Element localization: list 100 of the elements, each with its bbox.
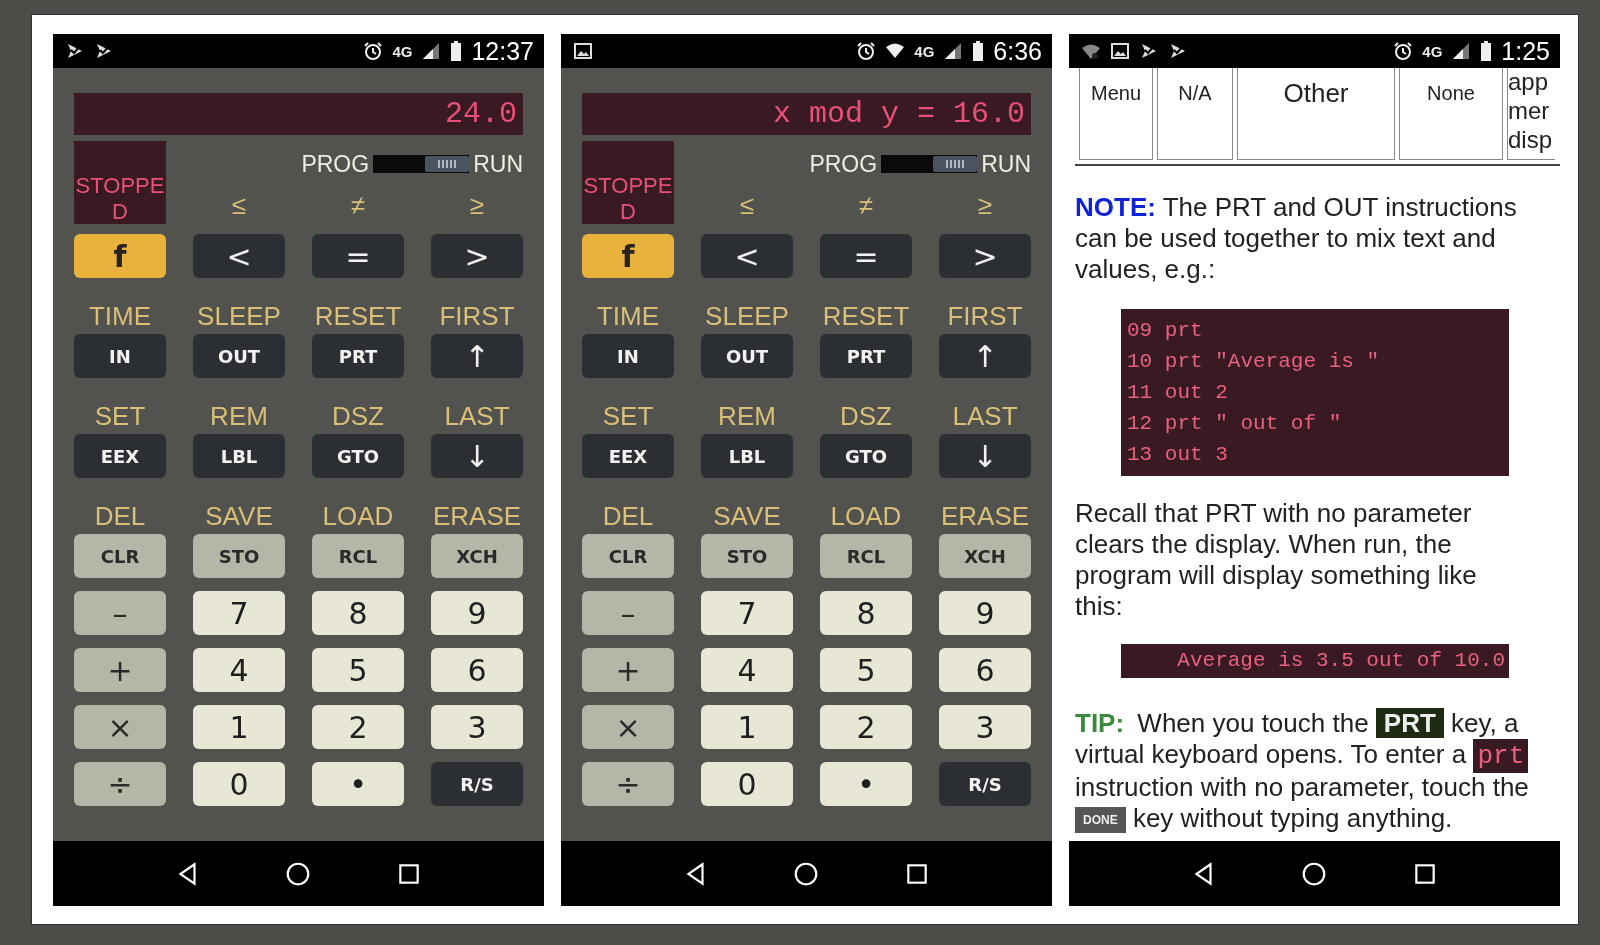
calculator-display: 24.0 bbox=[74, 93, 523, 135]
calculator-key[interactable]: STO bbox=[193, 534, 285, 578]
calculator-key[interactable]: ↑ bbox=[939, 334, 1031, 378]
calculator-key[interactable]: 0 bbox=[193, 762, 285, 806]
calculator-key[interactable]: XCH bbox=[939, 534, 1031, 578]
calculator-key[interactable]: = bbox=[312, 234, 404, 278]
shift-label: FIRST bbox=[947, 300, 1023, 333]
calculator-key[interactable]: 3 bbox=[431, 705, 523, 749]
calculator-key[interactable]: R/S bbox=[939, 762, 1031, 806]
calculator-key[interactable]: 5 bbox=[820, 648, 912, 692]
calculator-key[interactable]: 7 bbox=[193, 591, 285, 635]
home-icon[interactable] bbox=[1301, 860, 1328, 887]
shift-label: LAST bbox=[444, 400, 510, 433]
switch-thumb-icon[interactable] bbox=[425, 156, 470, 172]
mode-label: PROG bbox=[809, 150, 878, 178]
calculator-key[interactable]: = bbox=[820, 234, 912, 278]
mode-label: RUN bbox=[473, 150, 523, 178]
calculator-key[interactable]: EEX bbox=[582, 434, 674, 478]
calculator-key[interactable]: ↓ bbox=[431, 434, 523, 478]
calculator-key[interactable]: R/S bbox=[431, 762, 523, 806]
output-display: Average is 3.5 out of 10.0 bbox=[1121, 644, 1509, 678]
calculator-key[interactable]: 5 bbox=[312, 648, 404, 692]
calculator-key[interactable]: ÷ bbox=[582, 762, 674, 806]
mode-switch[interactable] bbox=[373, 155, 470, 173]
calculator-key[interactable]: < bbox=[701, 234, 793, 278]
switch-thumb-icon[interactable] bbox=[933, 156, 978, 172]
calculator-key[interactable]: 2 bbox=[820, 705, 912, 749]
calculator-key[interactable]: < bbox=[193, 234, 285, 278]
home-icon[interactable] bbox=[793, 860, 820, 887]
calculator-key[interactable]: > bbox=[431, 234, 523, 278]
calculator-key[interactable]: OUT bbox=[701, 334, 793, 378]
calculator-key[interactable]: LBL bbox=[193, 434, 285, 478]
battery-icon bbox=[1480, 41, 1493, 61]
shift-label: DEL bbox=[94, 500, 146, 533]
shift-label: LAST bbox=[952, 400, 1018, 433]
calculator-key[interactable]: f bbox=[74, 234, 166, 278]
calculator-key[interactable]: + bbox=[582, 648, 674, 692]
shift-label: ≥ bbox=[468, 189, 486, 222]
calculator-key[interactable]: GTO bbox=[820, 434, 912, 478]
calculator-key[interactable]: f bbox=[582, 234, 674, 278]
mode-label: RUN bbox=[981, 150, 1031, 178]
calculator-key[interactable]: OUT bbox=[193, 334, 285, 378]
calculator-key[interactable]: IN bbox=[582, 334, 674, 378]
code-line: 11 out 2 bbox=[1127, 380, 1229, 406]
calculator-key[interactable]: XCH bbox=[431, 534, 523, 578]
calculator-key[interactable]: • bbox=[312, 762, 404, 806]
shift-label: LOAD bbox=[322, 500, 394, 533]
clock-time: 12:37 bbox=[471, 36, 534, 66]
note-paragraph: NOTE: The PRT and OUT instructions can be used together to mix text and values, e.g.: bbox=[1075, 192, 1518, 285]
calculator-key[interactable]: CLR bbox=[582, 534, 674, 578]
network-label: 4G bbox=[914, 42, 935, 60]
shift-label: SET bbox=[602, 400, 654, 433]
alarm-icon bbox=[363, 41, 384, 61]
calculator-key[interactable]: STO bbox=[701, 534, 793, 578]
table-cell: Other bbox=[1237, 68, 1395, 160]
calculator-key[interactable]: ÷ bbox=[74, 762, 166, 806]
calculator-key[interactable]: LBL bbox=[701, 434, 793, 478]
code-line: 09 prt bbox=[1127, 318, 1204, 344]
alarm-icon bbox=[1393, 41, 1414, 61]
calculator-key[interactable]: – bbox=[74, 591, 166, 635]
calculator-key[interactable]: IN bbox=[74, 334, 166, 378]
calculator-key[interactable]: ↓ bbox=[939, 434, 1031, 478]
calculator-key[interactable]: 7 bbox=[701, 591, 793, 635]
calculator-key[interactable]: RCL bbox=[312, 534, 404, 578]
calculator-key[interactable]: 0 bbox=[701, 762, 793, 806]
battery-icon bbox=[450, 41, 463, 61]
shift-label: ≥ bbox=[976, 189, 994, 222]
calculator-key[interactable]: • bbox=[820, 762, 912, 806]
calculator-key[interactable]: × bbox=[74, 705, 166, 749]
calculator-key[interactable]: 4 bbox=[193, 648, 285, 692]
calculator-key[interactable]: 2 bbox=[312, 705, 404, 749]
status-indicator: STOPPED bbox=[74, 141, 166, 224]
calculator-key[interactable]: 1 bbox=[701, 705, 793, 749]
calculator-key[interactable]: × bbox=[582, 705, 674, 749]
calculator-key[interactable]: 9 bbox=[431, 591, 523, 635]
calculator-key[interactable]: 8 bbox=[820, 591, 912, 635]
shift-label: TIME bbox=[88, 300, 152, 333]
calculator-key[interactable]: 9 bbox=[939, 591, 1031, 635]
table-cell: N/A bbox=[1157, 68, 1233, 160]
calculator-key[interactable]: 3 bbox=[939, 705, 1031, 749]
shift-label: DSZ bbox=[332, 400, 384, 433]
home-icon[interactable] bbox=[285, 860, 312, 887]
shift-label: ERASE bbox=[432, 500, 522, 533]
code-line: 10 prt "Average is " bbox=[1127, 349, 1381, 375]
calculator-key[interactable]: PRT bbox=[312, 334, 404, 378]
calculator-key[interactable]: GTO bbox=[312, 434, 404, 478]
calculator-key[interactable]: > bbox=[939, 234, 1031, 278]
calculator-key[interactable]: ↑ bbox=[431, 334, 523, 378]
calculator-key[interactable]: 8 bbox=[312, 591, 404, 635]
calculator-key[interactable]: EEX bbox=[74, 434, 166, 478]
calculator-key[interactable]: + bbox=[74, 648, 166, 692]
calculator-key[interactable]: – bbox=[582, 591, 674, 635]
calculator-key[interactable]: PRT bbox=[820, 334, 912, 378]
calculator-key[interactable]: RCL bbox=[820, 534, 912, 578]
calculator-key[interactable]: 6 bbox=[431, 648, 523, 692]
calculator-key[interactable]: CLR bbox=[74, 534, 166, 578]
calculator-key[interactable]: 4 bbox=[701, 648, 793, 692]
calculator-key[interactable]: 6 bbox=[939, 648, 1031, 692]
mode-switch[interactable] bbox=[881, 155, 978, 173]
calculator-key[interactable]: 1 bbox=[193, 705, 285, 749]
